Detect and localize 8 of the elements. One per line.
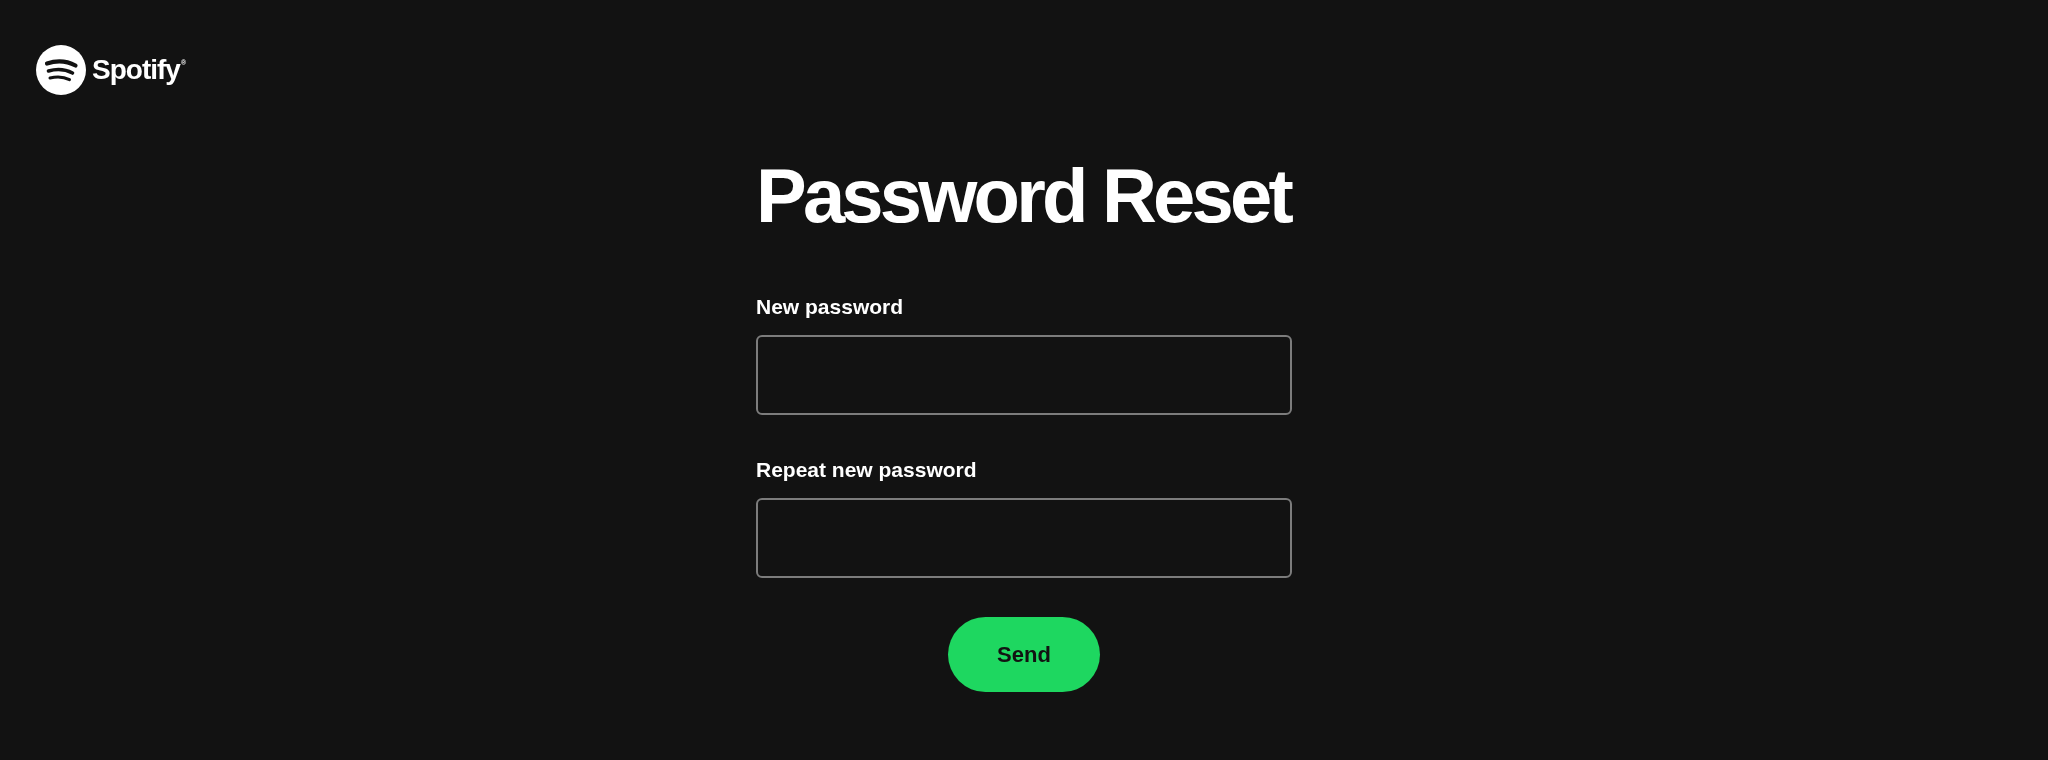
password-field[interactable] xyxy=(756,335,1292,416)
field-label: New password xyxy=(756,294,905,320)
circle-waves-icon xyxy=(36,45,86,95)
send-button[interactable]: Send xyxy=(948,617,1100,693)
page-title: Password Reset xyxy=(756,158,1292,234)
field-label: Repeat new password xyxy=(756,457,978,483)
password-field[interactable] xyxy=(756,498,1292,579)
logo-text: Spotify$^{®}$ xyxy=(92,56,187,84)
